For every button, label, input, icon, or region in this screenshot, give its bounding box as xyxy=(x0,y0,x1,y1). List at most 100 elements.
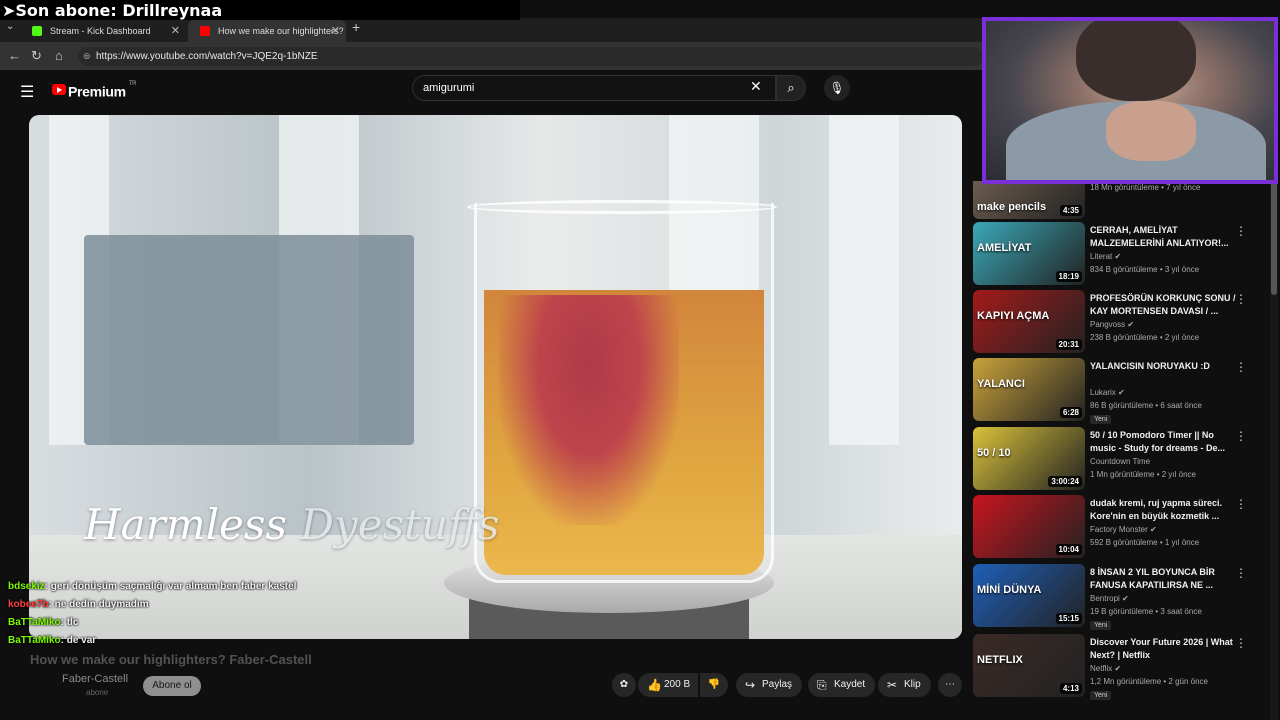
chat-message: kobee7b: ne dedin duymadım xyxy=(8,596,388,614)
video-title: How we make our highlighters? Faber-Cast… xyxy=(30,652,312,667)
duration-badge: 20:31 xyxy=(1055,339,1082,350)
recommended-title[interactable]: PROFESÖRÜN KORKUNÇ SONU / KAY MORTENSEN … xyxy=(1090,292,1240,318)
recommended-stats: 19 B görüntüleme • 3 saat önce xyxy=(1090,607,1202,616)
channel-name[interactable]: Faber-Castell xyxy=(62,673,128,685)
save-label: Kaydet xyxy=(834,679,866,690)
caption-harmless: Harmless xyxy=(84,500,287,549)
recommended-video[interactable]: YALANCI 6:28 YALANCISIN NORUYAKU :D Lukarix… xyxy=(973,358,1263,424)
video-thumbnail[interactable]: AMELİYAT 18:19 xyxy=(973,222,1085,285)
recommended-channel[interactable]: Netflix ✔ xyxy=(1090,664,1121,673)
logo-region: TR xyxy=(128,81,137,87)
video-thumbnail[interactable]: YALANCI 6:28 xyxy=(973,358,1085,421)
recommended-title[interactable]: 8 İNSAN 2 YIL BOYUNCA BİR FANUSA KAPATIL… xyxy=(1090,566,1240,592)
back-arrow-icon[interactable]: ← xyxy=(8,48,21,63)
video-thumbnail[interactable]: 50 / 10 3:00:24 xyxy=(973,427,1085,490)
recommended-video[interactable]: 10:04 dudak kremi, ruj yapma süreci. Kore… xyxy=(973,495,1263,559)
chat-text: : geri dönüşüm saçmalığı var almam ben f… xyxy=(44,581,297,592)
like-count: 200 B xyxy=(664,679,691,690)
voice-search-button[interactable]: 🎙 xyxy=(824,75,850,101)
gift-button[interactable]: ✿ xyxy=(612,673,636,697)
more-vertical-icon[interactable]: ⋮ xyxy=(1235,292,1247,306)
caption-dyestuffs: Dyestuffs xyxy=(300,500,500,549)
recommended-channel[interactable]: Literat ✔ xyxy=(1090,252,1121,261)
site-info-icon[interactable]: ⊜ xyxy=(83,47,91,66)
close-tab-icon[interactable]: ✕ xyxy=(331,20,340,42)
recommended-channel[interactable]: Pangvoss ✔ xyxy=(1090,320,1134,329)
more-vertical-icon[interactable]: ⋮ xyxy=(1235,360,1247,374)
video-player[interactable]: Harmless Dyestuffs xyxy=(29,115,962,639)
tab-label: Stream - Kick Dashboard xyxy=(50,26,151,36)
recommended-title[interactable]: dudak kremi, ruj yapma süreci. Kore'nin … xyxy=(1090,497,1240,523)
address-bar: ← ↻ ⌂ ⊜ https://www.youtube.com/watch?v=… xyxy=(0,42,990,70)
streamer-webcam xyxy=(982,17,1278,184)
thumbnail-text: AMELİYAT xyxy=(977,242,1032,254)
recommended-title[interactable]: 50 / 10 Pomodoro Timer || No music - Stu… xyxy=(1090,429,1240,455)
youtube-logo[interactable]: Premium TR xyxy=(52,80,137,100)
duration-badge: 6:28 xyxy=(1059,407,1082,418)
home-icon[interactable]: ⌂ xyxy=(55,48,63,63)
url-field[interactable]: ⊜ https://www.youtube.com/watch?v=JQE2q-… xyxy=(78,47,983,66)
recommended-stats: 1,2 Mn görüntüleme • 2 gün önce xyxy=(1090,677,1208,686)
recommended-title[interactable]: CERRAH, AMELİYAT MALZEMELERİNİ ANLATIYOR… xyxy=(1090,224,1240,250)
glass-beaker xyxy=(474,203,774,583)
microphone-icon: 🎙 xyxy=(829,81,845,95)
recommended-title[interactable]: YALANCISIN NORUYAKU :D xyxy=(1090,360,1240,373)
video-thumbnail[interactable]: KAPIYI AÇMA 20:31 xyxy=(973,290,1085,353)
thumbnail-text: MİNİ DÜNYA xyxy=(977,584,1042,596)
hamburger-menu-icon[interactable]: ☰ xyxy=(20,82,34,102)
video-thumbnail[interactable]: NETFLIX 4:13 xyxy=(973,634,1085,697)
new-tab-icon[interactable]: + xyxy=(352,19,360,35)
share-icon: ↪ xyxy=(745,678,756,692)
thumbnail-text: KAPIYI AÇMA xyxy=(977,310,1050,322)
recommended-title[interactable]: Discover Your Future 2026 | What Next? |… xyxy=(1090,636,1240,662)
recommended-stats: 18 Mn görüntüleme • 7 yıl önce xyxy=(1090,183,1201,192)
recommended-video[interactable]: KAPIYI AÇMA 20:31 PROFESÖRÜN KORKUNÇ SONU … xyxy=(973,290,1263,354)
clear-search-icon[interactable]: ✕ xyxy=(750,78,762,95)
duration-badge: 18:19 xyxy=(1055,271,1082,282)
more-vertical-icon[interactable]: ⋮ xyxy=(1235,429,1247,443)
more-vertical-icon[interactable]: ⋮ xyxy=(1235,636,1247,650)
more-horizontal-icon: ⋯ xyxy=(945,679,955,690)
tab-list-chevron-icon[interactable]: ⌄ xyxy=(6,21,14,32)
kick-favicon-icon xyxy=(32,26,42,36)
recommended-channel[interactable]: Bentropi ✔ xyxy=(1090,594,1129,603)
scrollbar[interactable] xyxy=(1270,115,1278,720)
recommended-video[interactable]: make pencils 4:35 18 Mn görüntüleme • 7 yı… xyxy=(973,181,1263,219)
close-tab-icon[interactable]: ✕ xyxy=(171,20,180,42)
chat-text: : de var xyxy=(60,635,97,646)
recommended-video[interactable]: 50 / 10 3:00:24 50 / 10 Pomodoro Timer || … xyxy=(973,427,1263,491)
reload-icon[interactable]: ↻ xyxy=(31,48,42,64)
tab-youtube-video[interactable]: How we make our highlighters? Fa ✕ xyxy=(188,20,346,42)
more-vertical-icon[interactable]: ⋮ xyxy=(1235,497,1247,511)
search-button[interactable]: ⌕ xyxy=(776,75,806,101)
recommended-video[interactable]: NETFLIX 4:13 Discover Your Future 2026 | W… xyxy=(973,634,1263,700)
webcam-person-head xyxy=(1076,21,1196,101)
url-text: https://www.youtube.com/watch?v=JQE2q-1b… xyxy=(96,51,318,62)
logo-text: Premium xyxy=(68,83,126,100)
recommended-video[interactable]: MİNİ DÜNYA 15:15 8 İNSAN 2 YIL BOYUNCA BİR… xyxy=(973,564,1263,630)
tab-kick-dashboard[interactable]: Stream - Kick Dashboard ✕ xyxy=(20,20,186,42)
more-actions-button[interactable]: ⋯ xyxy=(938,673,962,697)
share-button[interactable]: ↪ Paylaş xyxy=(736,673,803,697)
recommended-channel[interactable]: Factory Monster ✔ xyxy=(1090,525,1157,534)
search-input[interactable]: amigurumi xyxy=(412,75,776,101)
save-button[interactable]: ⎘ Kaydet xyxy=(808,673,876,697)
recommended-video[interactable]: AMELİYAT 18:19 CERRAH, AMELİYAT MALZEMELER… xyxy=(973,222,1263,286)
duration-badge: 10:04 xyxy=(1055,544,1082,555)
browser-tabbar: ⌄ Stream - Kick Dashboard ✕ How we make … xyxy=(0,18,990,42)
background-monitor xyxy=(84,235,414,445)
video-thumbnail[interactable]: make pencils 4:35 xyxy=(973,181,1085,219)
dislike-button[interactable]: 👎 xyxy=(700,673,728,697)
like-button[interactable]: 👍 200 B xyxy=(638,673,699,697)
subscribe-button[interactable]: Abone ol xyxy=(143,676,201,696)
video-thumbnail[interactable]: MİNİ DÜNYA 15:15 xyxy=(973,564,1085,627)
more-vertical-icon[interactable]: ⋮ xyxy=(1235,224,1247,238)
clip-button[interactable]: ✂ Klip xyxy=(878,673,931,697)
recommended-channel[interactable]: Countdown Time xyxy=(1090,457,1150,466)
recommended-channel[interactable]: Lukarix ✔ xyxy=(1090,388,1125,397)
more-vertical-icon[interactable]: ⋮ xyxy=(1235,566,1247,580)
chat-username: BaTTaMiko xyxy=(8,617,61,628)
video-thumbnail[interactable]: 10:04 xyxy=(973,495,1085,558)
duration-badge: 15:15 xyxy=(1055,613,1082,624)
new-badge: Yeni xyxy=(1090,415,1112,424)
